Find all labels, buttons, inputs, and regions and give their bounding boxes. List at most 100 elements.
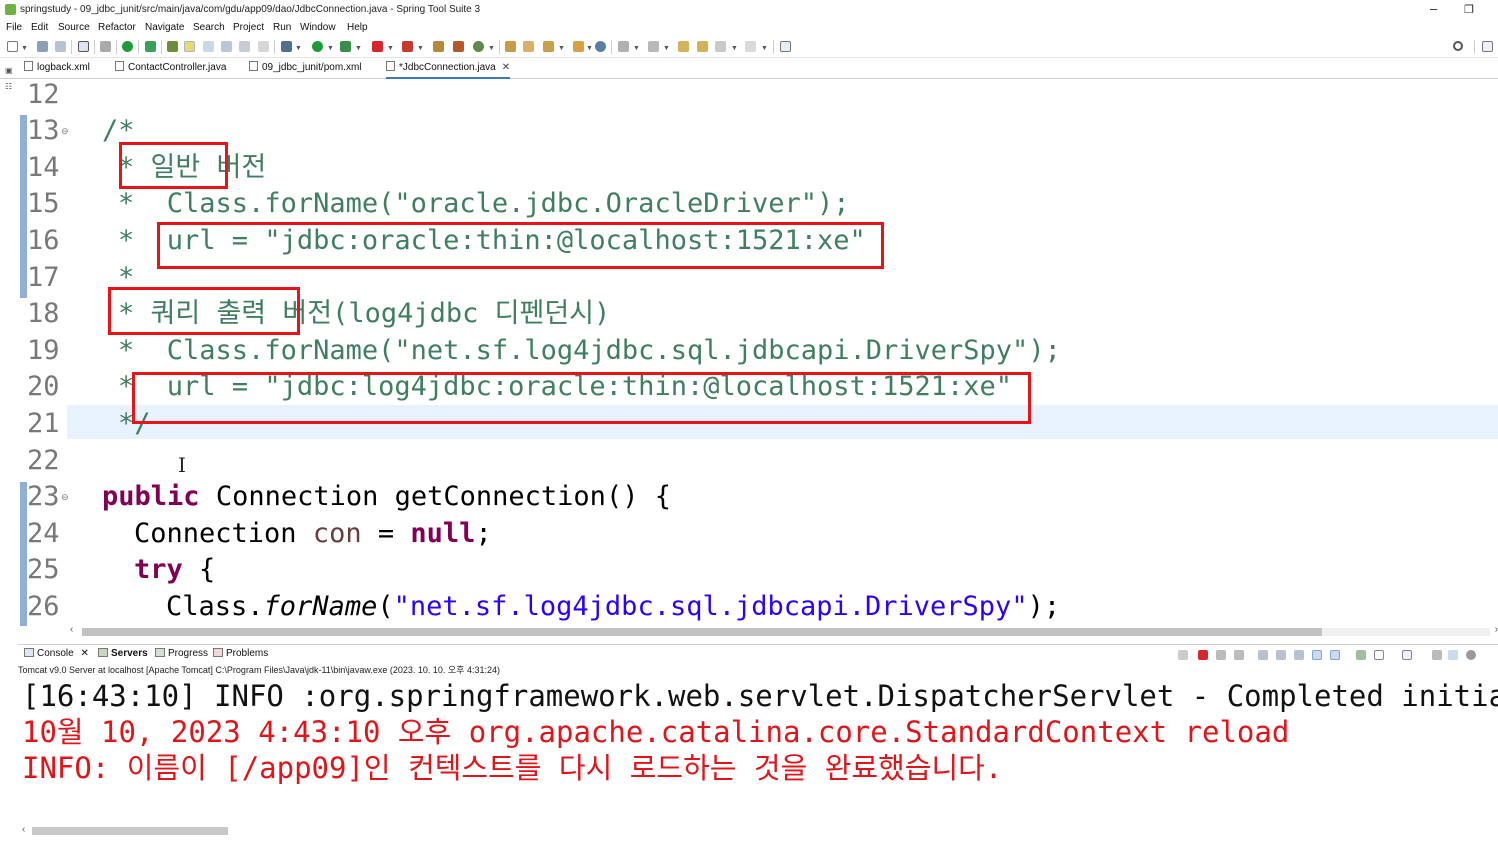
forward-history-icon[interactable] xyxy=(697,41,708,52)
new-package-icon[interactable] xyxy=(433,41,444,52)
close-tab-icon[interactable]: ✕ xyxy=(502,62,510,73)
tab-servers[interactable]: Servers xyxy=(98,648,148,659)
new-icon[interactable] xyxy=(7,41,18,52)
pin-console-icon[interactable] xyxy=(1356,650,1366,660)
dropdown-arrow-icon[interactable]: ▼ xyxy=(387,45,394,52)
restore-button[interactable]: ❐ xyxy=(1464,3,1474,16)
view-menu-icon[interactable] xyxy=(1432,650,1442,660)
open-type-icon[interactable] xyxy=(167,41,178,52)
menu-source[interactable]: Source xyxy=(58,22,90,33)
scrollbar-thumb[interactable] xyxy=(82,628,1322,636)
console-horizontal-scrollbar[interactable]: ‹ xyxy=(18,824,1498,838)
save-icon[interactable] xyxy=(37,41,48,52)
scroll-left-icon[interactable]: ‹ xyxy=(70,624,73,635)
word-wrap-icon[interactable] xyxy=(1294,650,1304,660)
scroll-left-icon[interactable]: ‹ xyxy=(22,824,25,835)
dropdown-arrow-icon[interactable]: ▼ xyxy=(355,45,362,52)
tab-jdbc-connection-java[interactable]: *JdbcConnection.java ✕ xyxy=(386,61,511,79)
remove-launch-icon[interactable] xyxy=(1216,650,1226,660)
tab-pom-xml[interactable]: 09_jdbc_junit/pom.xml xyxy=(249,61,362,79)
console-output[interactable]: [16:43:10] INFO :org.springframework.web… xyxy=(18,676,1498,824)
stop-server-icon[interactable] xyxy=(372,41,383,52)
pilcrow-icon[interactable] xyxy=(258,41,269,52)
tab-logback-xml[interactable]: logback.xml xyxy=(24,61,90,79)
code-editor[interactable]: 12 13 14 15 16 17 18 19 20 21 22 23 24 2… xyxy=(18,79,1498,626)
restore-view-icon[interactable]: ▣ xyxy=(5,66,13,75)
menu-search[interactable]: Search xyxy=(193,22,225,33)
dropdown-arrow-icon[interactable]: ▼ xyxy=(295,45,302,52)
forward-icon[interactable] xyxy=(745,41,756,52)
globe-icon[interactable] xyxy=(595,41,606,52)
reconnect-icon[interactable] xyxy=(1178,650,1188,660)
open-folder-icon[interactable] xyxy=(505,41,516,52)
menu-navigate[interactable]: Navigate xyxy=(145,22,184,33)
menu-project[interactable]: Project xyxy=(233,22,264,33)
remove-all-terminated-icon[interactable] xyxy=(1234,650,1244,660)
dropdown-arrow-icon[interactable]: ▼ xyxy=(417,45,424,52)
settings-icon[interactable] xyxy=(1466,650,1476,660)
dropdown-arrow-icon[interactable]: ▼ xyxy=(327,45,334,52)
fold-toggle-icon[interactable]: ⊖ xyxy=(61,126,69,137)
close-console-icon[interactable]: ✕ xyxy=(80,648,88,659)
terminal-icon[interactable] xyxy=(78,41,89,52)
run-icon[interactable] xyxy=(312,41,323,52)
back-icon[interactable] xyxy=(715,41,726,52)
dropdown-arrow-icon[interactable]: ▼ xyxy=(488,45,495,52)
dropdown-arrow-icon[interactable]: ▼ xyxy=(761,45,768,52)
save-all-icon[interactable] xyxy=(55,41,66,52)
menu-file[interactable]: File xyxy=(6,22,22,33)
external-tools-icon[interactable] xyxy=(402,41,413,52)
console-line: 10월 10, 2023 4:43:10 오후 org.apache.catal… xyxy=(22,715,1290,749)
new-spring-icon[interactable] xyxy=(473,41,484,52)
toggle-word-wrap-icon[interactable] xyxy=(203,41,214,52)
tab-progress[interactable]: Progress xyxy=(155,648,208,659)
menu-help[interactable]: Help xyxy=(347,22,368,33)
block-selection-icon[interactable] xyxy=(221,41,232,52)
fold-toggle-icon[interactable]: ⊖ xyxy=(61,492,69,503)
scrollbar-thumb[interactable] xyxy=(32,827,228,835)
scroll-right-icon[interactable]: › xyxy=(1495,624,1498,635)
last-edit-location-icon[interactable] xyxy=(678,41,689,52)
show-on-stderr-icon[interactable] xyxy=(1330,650,1340,660)
minimize-view-icon[interactable] xyxy=(1448,650,1458,660)
new-class-icon[interactable] xyxy=(453,41,464,52)
dropdown-arrow-icon[interactable]: ▼ xyxy=(586,45,593,52)
minimize-button[interactable]: – xyxy=(1430,1,1437,16)
search-icon[interactable] xyxy=(1453,41,1463,51)
open-perspective-icon[interactable] xyxy=(1482,41,1493,52)
show-on-stdout-icon[interactable] xyxy=(1312,650,1322,660)
menu-refactor[interactable]: Refactor xyxy=(98,22,136,33)
debug-icon[interactable] xyxy=(281,41,292,52)
display-console-icon[interactable] xyxy=(1374,650,1384,660)
coverage-icon[interactable] xyxy=(340,41,351,52)
editor-horizontal-scrollbar[interactable]: ‹ › xyxy=(70,624,1498,638)
terminate-icon[interactable] xyxy=(1198,650,1208,660)
next-annotation-icon[interactable] xyxy=(618,41,629,52)
clear-console-icon[interactable] xyxy=(1258,650,1268,660)
package-explorer-icon[interactable]: ☷ xyxy=(5,82,12,91)
refresh-icon[interactable] xyxy=(145,41,156,52)
open-console-icon[interactable] xyxy=(1402,650,1412,660)
menu-edit[interactable]: Edit xyxy=(31,22,48,33)
tab-console[interactable]: Console ✕ xyxy=(24,648,89,659)
scroll-lock-icon[interactable] xyxy=(1276,650,1286,660)
line-number: 20 xyxy=(27,371,60,402)
open-resource-icon[interactable] xyxy=(523,41,534,52)
search-task-icon[interactable] xyxy=(543,41,554,52)
pin-editor-icon[interactable] xyxy=(780,41,791,52)
menu-window[interactable]: Window xyxy=(300,22,336,33)
dropdown-arrow-icon[interactable]: ▼ xyxy=(731,45,738,52)
spring-boot-icon[interactable] xyxy=(122,41,133,52)
whitespace-icon[interactable] xyxy=(239,41,250,52)
tab-problems[interactable]: Problems xyxy=(213,648,268,659)
toggle-mark-occurrences-icon[interactable] xyxy=(184,41,195,52)
menu-run[interactable]: Run xyxy=(273,22,291,33)
tab-contact-controller-java[interactable]: ContactController.java xyxy=(115,61,226,79)
web-browser-icon[interactable] xyxy=(573,41,584,52)
previous-annotation-icon[interactable] xyxy=(648,41,659,52)
dropdown-arrow-icon[interactable]: ▼ xyxy=(21,45,28,52)
dropdown-arrow-icon[interactable]: ▼ xyxy=(558,45,565,52)
dropdown-arrow-icon[interactable]: ▼ xyxy=(633,45,640,52)
dropdown-arrow-icon[interactable]: ▼ xyxy=(663,45,670,52)
skip-breakpoints-icon[interactable] xyxy=(100,41,111,52)
